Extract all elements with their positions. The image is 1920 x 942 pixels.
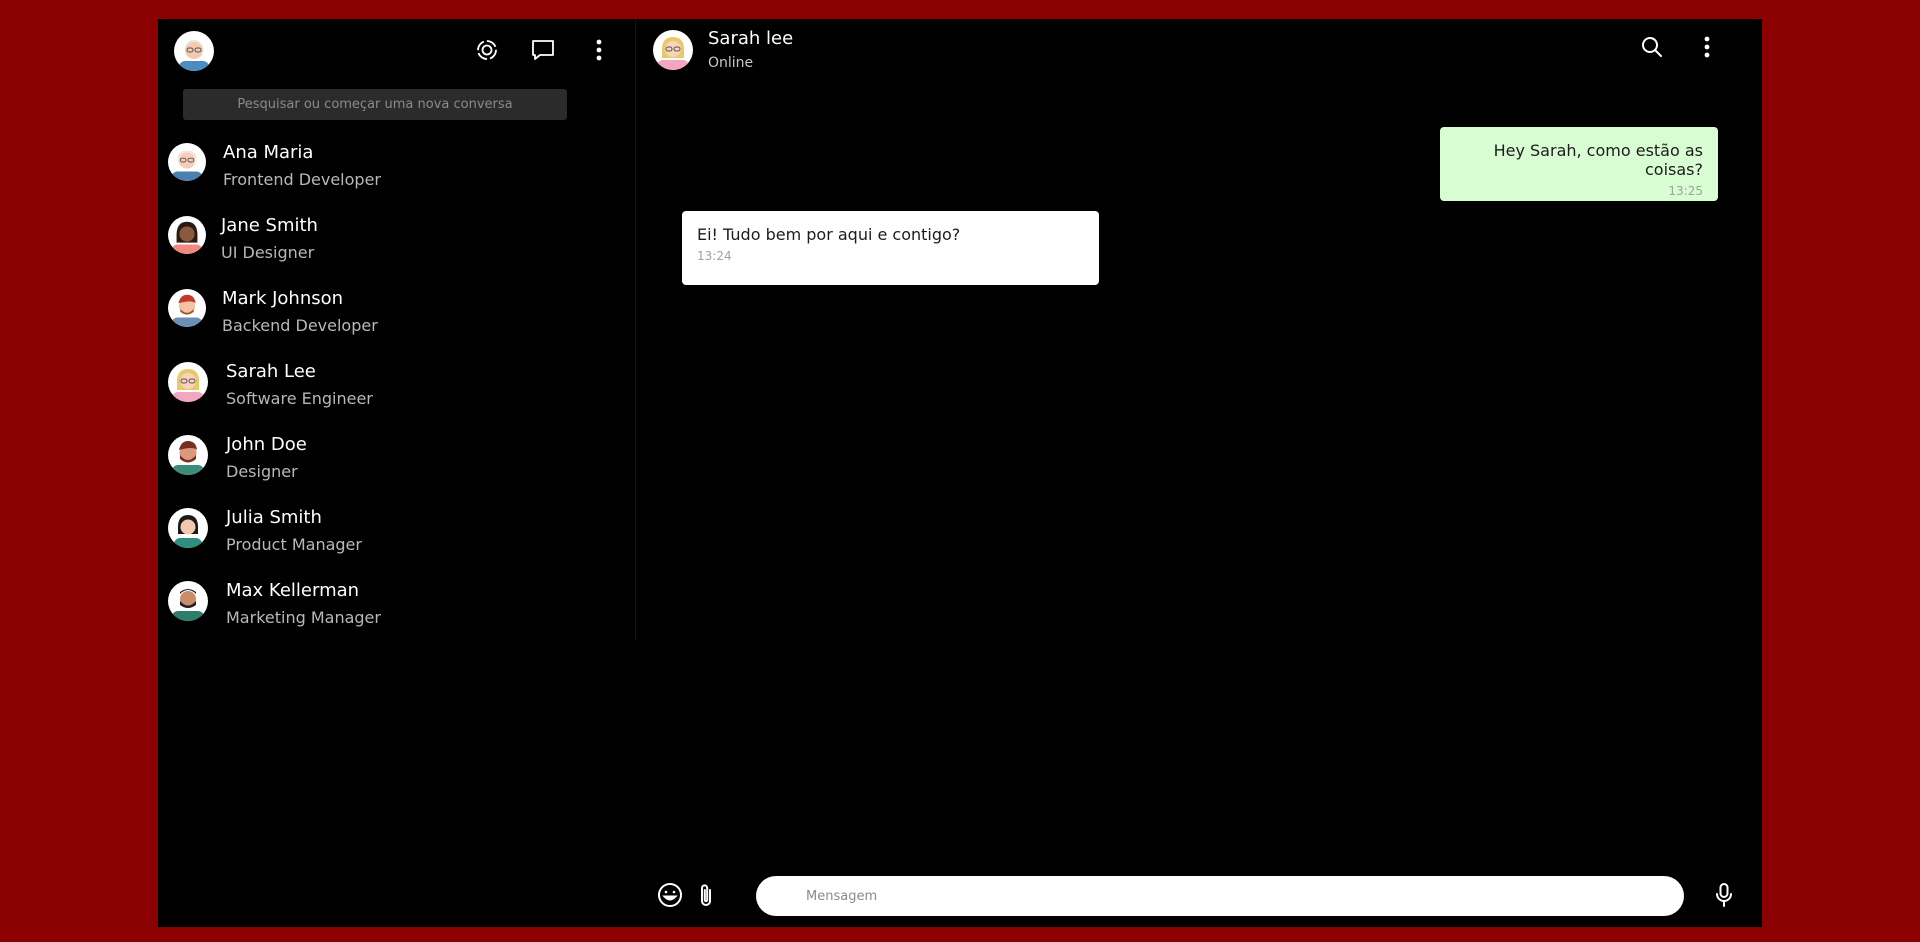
avatar <box>168 216 206 254</box>
contact-role: Backend Developer <box>222 316 378 335</box>
contact-name: Julia Smith <box>226 507 322 528</box>
avatar <box>168 581 208 621</box>
message-text: Hey Sarah, como estão as coisas? <box>1493 141 1703 179</box>
chat-contact-name[interactable]: Sarah lee <box>708 28 793 49</box>
message-input[interactable] <box>756 876 1684 916</box>
contact-name: Max Kellerman <box>226 580 360 601</box>
contact-role: Designer <box>226 462 298 481</box>
sidebar-header <box>158 19 635 87</box>
emoji-icon[interactable] <box>654 879 686 911</box>
avatar <box>168 435 208 475</box>
chat-panel: Sarah lee Online Hey Sarah, como estão a… <box>636 19 1762 927</box>
menu-icon[interactable] <box>584 35 614 65</box>
chat-header: Sarah lee Online <box>636 19 1762 89</box>
contact-name: Ana Maria <box>223 142 314 163</box>
contact-item[interactable]: Ana Maria Frontend Developer <box>158 131 635 204</box>
search-input[interactable] <box>183 89 567 120</box>
outgoing-message[interactable]: Hey Sarah, como estão as coisas? 13:25 <box>1440 127 1718 201</box>
contact-name: Mark Johnson <box>222 288 344 309</box>
avatar <box>168 289 206 327</box>
contact-name: John Doe <box>226 434 307 455</box>
chat-contact-status: Online <box>708 55 754 71</box>
incoming-message[interactable]: Ei! Tudo bem por aqui e contigo? 13:24 <box>682 211 1099 285</box>
chat-menu-icon[interactable] <box>1692 32 1722 62</box>
contact-item[interactable]: Mark Johnson Backend Developer <box>158 277 635 350</box>
contact-role: Software Engineer <box>226 389 373 408</box>
microphone-icon[interactable] <box>1708 879 1740 911</box>
contact-role: UI Designer <box>221 243 315 262</box>
message-composer <box>636 865 1762 927</box>
contact-name: Sarah Lee <box>226 361 316 382</box>
sidebar: Ana Maria Frontend Developer <box>158 19 636 927</box>
my-avatar[interactable] <box>174 31 214 71</box>
attach-icon[interactable] <box>690 879 722 911</box>
message-time: 13:24 <box>697 249 732 263</box>
search-icon[interactable] <box>1637 32 1667 62</box>
contact-item[interactable]: Julia Smith Product Manager <box>158 496 635 569</box>
contact-item[interactable]: Jane Smith UI Designer <box>158 204 635 277</box>
message-text: Ei! Tudo bem por aqui e contigo? <box>697 225 961 244</box>
chat-contact-avatar[interactable] <box>653 30 693 70</box>
avatar <box>168 508 208 548</box>
contact-role: Product Manager <box>226 535 362 554</box>
contact-list: Ana Maria Frontend Developer Jane Smith … <box>158 131 635 642</box>
contact-item[interactable]: Sarah Lee Software Engineer <box>158 350 635 423</box>
chat-app: Ana Maria Frontend Developer <box>158 19 1762 927</box>
contact-item[interactable]: John Doe Designer <box>158 423 635 496</box>
contact-item[interactable]: Max Kellerman Marketing Manager <box>158 569 635 642</box>
contact-name: Jane Smith <box>221 215 318 236</box>
message-time: 13:25 <box>1668 184 1703 198</box>
contact-role: Marketing Manager <box>226 608 381 627</box>
avatar <box>168 362 208 402</box>
new-chat-icon[interactable] <box>528 35 558 65</box>
avatar <box>168 143 206 181</box>
contact-role: Frontend Developer <box>223 170 381 189</box>
status-icon[interactable] <box>472 35 502 65</box>
